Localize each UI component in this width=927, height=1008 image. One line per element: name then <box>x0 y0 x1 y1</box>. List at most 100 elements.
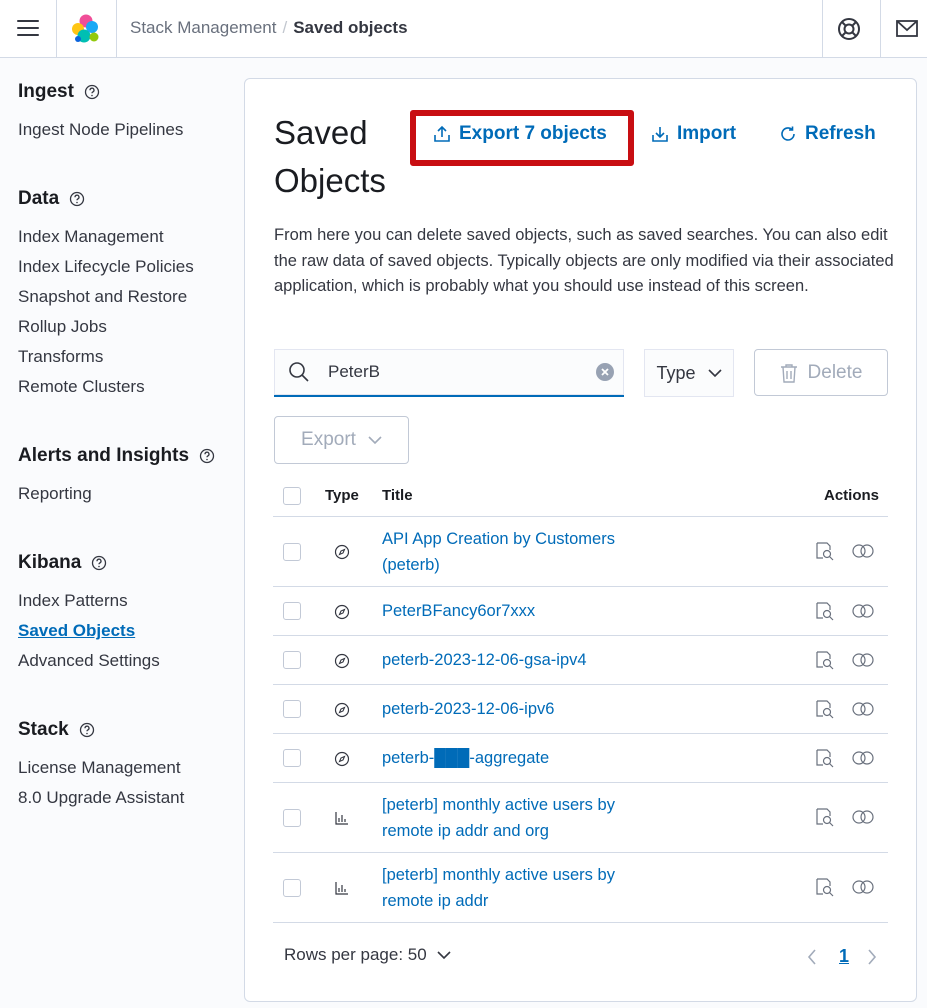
question-icon[interactable] <box>69 191 85 207</box>
compass-icon <box>334 702 350 718</box>
page-description: From here you can delete saved objects, … <box>274 226 894 295</box>
relationships-icon[interactable] <box>852 604 874 618</box>
row-checkbox[interactable] <box>283 749 301 767</box>
refresh-button[interactable]: Refresh <box>779 123 876 145</box>
nav-group-title-text: Kibana <box>18 552 82 573</box>
visualization-icon <box>335 882 348 895</box>
type-filter-button[interactable]: Type <box>644 349 734 397</box>
row-checkbox[interactable] <box>283 651 301 669</box>
compass-icon <box>334 544 350 560</box>
select-all-checkbox[interactable] <box>283 487 301 505</box>
relationships-icon[interactable] <box>852 544 874 558</box>
inspect-icon[interactable] <box>814 877 834 897</box>
chevron-down-icon <box>707 369 722 378</box>
nav-group-kibana: Kibana Index Patterns Saved Objects Adva… <box>18 549 160 676</box>
table-row: PeterBFancy6or7xxx <box>273 587 888 636</box>
pagination-page-current[interactable]: 1 <box>839 946 849 967</box>
column-header-actions: Actions <box>823 487 879 504</box>
nav-item-transforms[interactable]: Transforms <box>18 342 194 372</box>
menu-icon[interactable] <box>17 20 39 38</box>
pagination-prev-icon[interactable] <box>807 949 817 965</box>
row-title-link[interactable]: [peterb] monthly active users by remote … <box>382 792 642 844</box>
question-icon[interactable] <box>84 84 100 100</box>
table-row: peterb-███-aggregate <box>273 734 888 783</box>
nav-group-title-text: Stack <box>18 719 69 740</box>
nav-item-snapshot-and-restore[interactable]: Snapshot and Restore <box>18 282 194 312</box>
relationships-icon[interactable] <box>852 751 874 765</box>
relationships-icon[interactable] <box>852 702 874 716</box>
row-checkbox[interactable] <box>283 602 301 620</box>
inspect-icon[interactable] <box>814 601 834 621</box>
help-lifebuoy-icon[interactable] <box>836 16 862 42</box>
relationships-icon[interactable] <box>852 880 874 894</box>
search-input[interactable] <box>328 362 588 382</box>
nav-item-remote-clusters[interactable]: Remote Clusters <box>18 372 194 402</box>
row-title-link[interactable]: peterb-███-aggregate <box>382 745 642 771</box>
question-icon[interactable] <box>199 448 215 464</box>
nav-item-license-management[interactable]: License Management <box>18 753 184 783</box>
column-header-type[interactable]: Type <box>325 487 359 504</box>
nav-item-rollup-jobs[interactable]: Rollup Jobs <box>18 312 194 342</box>
search-field[interactable] <box>274 349 624 397</box>
inspect-icon[interactable] <box>814 748 834 768</box>
mail-icon[interactable] <box>895 18 919 40</box>
nav-group-title: Ingest <box>18 78 183 106</box>
row-checkbox[interactable] <box>283 879 301 897</box>
table-row: peterb-2023-12-06-ipv6 <box>273 685 888 734</box>
row-title-link[interactable]: PeterBFancy6or7xxx <box>382 598 642 624</box>
nav-group-title: Kibana <box>18 549 160 577</box>
saved-objects-panel: Saved Objects Export 7 objects Import Re… <box>244 78 917 1002</box>
nav-item-reporting[interactable]: Reporting <box>18 479 215 509</box>
relationships-icon[interactable] <box>852 810 874 824</box>
nav-group-alerts-and-insights: Alerts and Insights Reporting <box>18 442 215 509</box>
question-icon[interactable] <box>91 555 107 571</box>
nav-item-index-patterns[interactable]: Index Patterns <box>18 586 160 616</box>
export-selected-button[interactable]: Export <box>274 416 409 464</box>
nav-item-index-management[interactable]: Index Management <box>18 222 194 252</box>
inspect-icon[interactable] <box>814 699 834 719</box>
row-checkbox[interactable] <box>283 809 301 827</box>
clear-search-icon[interactable] <box>596 363 614 381</box>
compass-icon <box>334 751 350 767</box>
nav-item-saved-objects[interactable]: Saved Objects <box>18 616 160 646</box>
chevron-down-icon <box>437 951 451 960</box>
import-icon <box>652 127 668 142</box>
delete-button[interactable]: Delete <box>754 349 888 396</box>
row-title-link[interactable]: peterb-2023-12-06-ipv6 <box>382 696 642 722</box>
row-title-link[interactable]: peterb-2023-12-06-gsa-ipv4 <box>382 647 642 673</box>
breadcrumb-separator: / <box>282 18 288 37</box>
export-selected-label: Export <box>301 429 356 450</box>
type-filter-label: Type <box>656 362 696 383</box>
import-button[interactable]: Import <box>651 123 736 145</box>
pagination-next-icon[interactable] <box>867 949 877 965</box>
nav-group-title: Data <box>18 185 194 213</box>
rows-per-page-label: Rows per page: 50 <box>284 945 427 964</box>
row-title-link[interactable]: [peterb] monthly active users by remote … <box>382 862 642 914</box>
inspect-icon[interactable] <box>814 807 834 827</box>
table-row: peterb-2023-12-06-gsa-ipv4 <box>273 636 888 685</box>
nav-item-ingest-node-pipelines[interactable]: Ingest Node Pipelines <box>18 115 183 145</box>
inspect-icon[interactable] <box>814 650 834 670</box>
relationships-icon[interactable] <box>852 653 874 667</box>
table-row: API App Creation by Customers (peterb) <box>273 517 888 587</box>
nav-group-title: Alerts and Insights <box>18 442 215 470</box>
import-label: Import <box>677 123 737 144</box>
refresh-icon <box>781 126 795 141</box>
row-checkbox[interactable] <box>283 700 301 718</box>
row-title-link[interactable]: API App Creation by Customers (peterb) <box>382 526 642 578</box>
refresh-label: Refresh <box>805 123 876 144</box>
nav-item-index-lifecycle-policies[interactable]: Index Lifecycle Policies <box>18 252 194 282</box>
nav-item-advanced-settings[interactable]: Advanced Settings <box>18 646 160 676</box>
trash-icon <box>780 363 797 383</box>
column-header-title[interactable]: Title <box>382 487 413 504</box>
question-icon[interactable] <box>79 722 95 738</box>
nav-item-upgrade-assistant[interactable]: 8.0 Upgrade Assistant <box>18 783 184 813</box>
nav-group-title-text: Alerts and Insights <box>18 445 190 466</box>
nav-group-title-text: Data <box>18 188 60 209</box>
breadcrumb-stack-management[interactable]: Stack Management <box>130 18 276 37</box>
elastic-logo[interactable] <box>70 13 102 45</box>
inspect-icon[interactable] <box>814 541 834 561</box>
rows-per-page-button[interactable]: Rows per page: 50 <box>284 945 451 965</box>
row-checkbox[interactable] <box>283 543 301 561</box>
table-row: [peterb] monthly active users by remote … <box>273 853 888 923</box>
